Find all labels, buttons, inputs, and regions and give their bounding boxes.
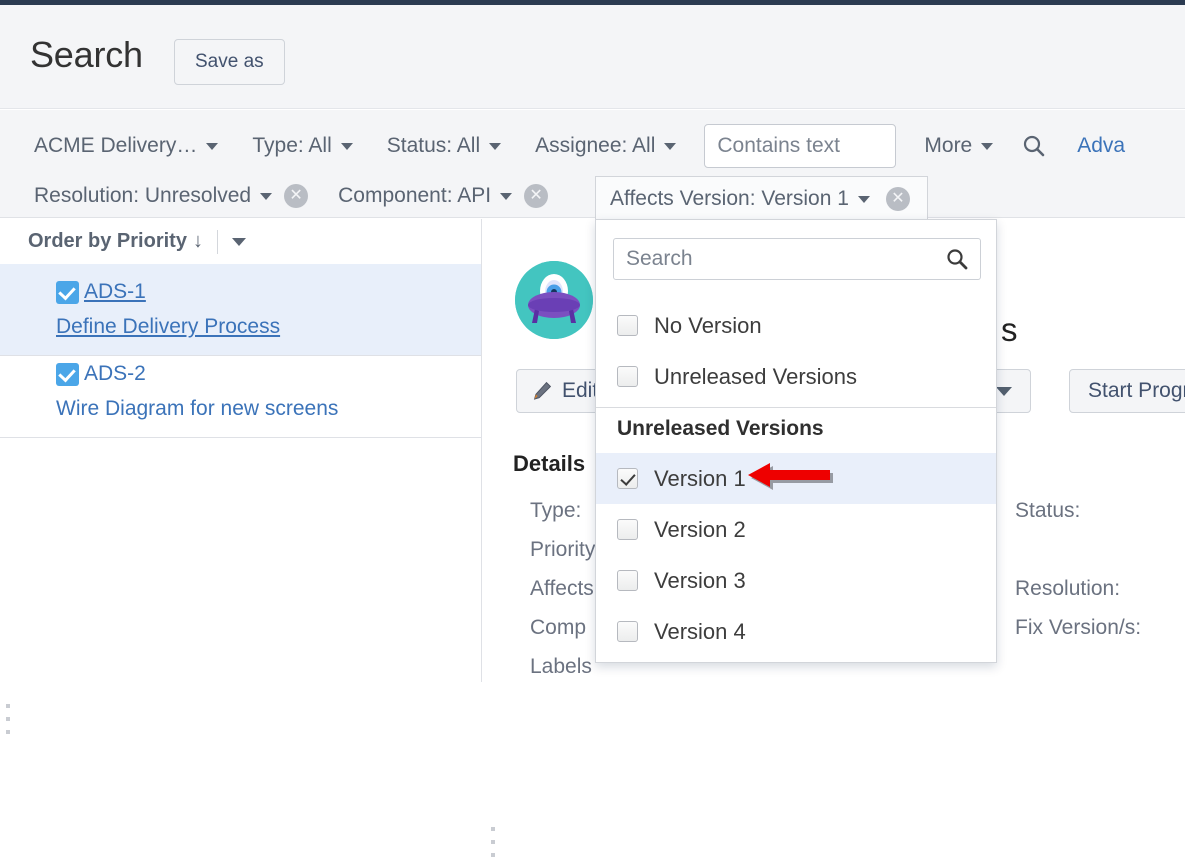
dropdown-option-label: No Version (654, 313, 762, 339)
edit-button-label: Edit (562, 379, 598, 403)
dropdown-option-label: Unreleased Versions (654, 364, 857, 390)
save-as-button[interactable]: Save as (174, 39, 285, 85)
chevron-down-icon (981, 143, 993, 150)
issue-key-row: ADS-1 (56, 277, 481, 307)
start-progress-button[interactable]: Start Progress (1069, 369, 1185, 413)
filter-affects-version[interactable]: Affects Version: Version 1 ✕ (595, 176, 928, 221)
issue-list-sidebar: Order by Priority ↓ ADS-1 Define Deliver… (0, 219, 482, 682)
chevron-down-icon (341, 143, 353, 150)
issue-list-item[interactable]: ADS-2 Wire Diagram for new screens (0, 346, 481, 438)
chevron-down-icon (206, 143, 218, 150)
clear-affects-version-filter-icon[interactable]: ✕ (886, 187, 910, 211)
details-fields-right: Status: Resolution: Fix Version/s: (1015, 491, 1185, 647)
chevron-down-icon (996, 387, 1012, 396)
filter-assignee[interactable]: Assignee: All (529, 126, 682, 166)
checkbox[interactable] (617, 621, 638, 642)
filter-row-primary: ACME Delivery… Type: All Status: All Ass… (28, 125, 1125, 167)
issue-list-item[interactable]: ADS-1 Define Delivery Process (0, 264, 481, 356)
filter-status-label: Status: All (387, 134, 480, 158)
order-by-label[interactable]: Order by Priority (28, 230, 187, 253)
filter-component[interactable]: Component: API (332, 176, 518, 216)
order-by-bar: Order by Priority ↓ (0, 219, 481, 264)
affects-version-dropdown: No Version Unreleased Versions Unrelease… (595, 219, 997, 663)
checkbox[interactable] (617, 315, 638, 336)
chevron-down-icon (858, 196, 870, 203)
clear-resolution-filter-icon[interactable]: ✕ (284, 184, 308, 208)
dropdown-option-label: Version 2 (654, 517, 746, 543)
checkbox[interactable] (617, 570, 638, 591)
page-title: Search (30, 33, 143, 77)
checkbox[interactable] (617, 519, 638, 540)
details-section-heading: Details (513, 451, 585, 477)
chevron-down-icon[interactable] (232, 238, 246, 246)
issue-checkbox[interactable] (56, 281, 79, 304)
issue-summary-link[interactable]: Define Delivery Process (56, 314, 481, 340)
issue-summary-link[interactable]: Wire Diagram for new screens (56, 396, 481, 422)
issue-key-link[interactable]: ADS-2 (84, 362, 146, 386)
pencil-icon (531, 380, 553, 402)
dropdown-option-unreleased-versions[interactable]: Unreleased Versions (596, 351, 996, 402)
dropdown-option-no-version[interactable]: No Version (596, 300, 996, 351)
dropdown-search-input[interactable] (613, 238, 981, 280)
issue-key-row: ADS-2 (56, 359, 481, 389)
ufo-avatar (515, 261, 593, 339)
dropdown-option-version-3[interactable]: Version 3 (596, 555, 996, 606)
clear-component-filter-icon[interactable]: ✕ (524, 184, 548, 208)
detail-resize-grip[interactable] (491, 827, 495, 857)
dropdown-option-label: Version 4 (654, 619, 746, 645)
filter-row-secondary: Resolution: Unresolved ✕ Component: API … (28, 175, 572, 217)
chevron-down-icon (489, 143, 501, 150)
chevron-down-icon (664, 143, 676, 150)
dropdown-group-header: Unreleased Versions (617, 417, 824, 441)
order-by-divider (217, 230, 218, 254)
sort-direction-icon[interactable]: ↓ (193, 230, 203, 253)
issue-key-link[interactable]: ADS-1 (84, 280, 146, 304)
field-label-status: Status: (1015, 491, 1185, 530)
dropdown-option-label: Version 1 (654, 466, 746, 492)
dropdown-search-wrap (613, 238, 981, 280)
filter-type-label: Type: All (252, 134, 331, 158)
field-label-resolution: Resolution: (1015, 569, 1185, 608)
page-header: Search Save as (0, 5, 1185, 109)
filter-component-label: Component: API (338, 184, 491, 208)
checkbox[interactable] (617, 468, 638, 489)
issue-title-tail: s (1001, 311, 1018, 349)
checkbox[interactable] (617, 366, 638, 387)
filter-status[interactable]: Status: All (381, 126, 507, 166)
chevron-down-icon (500, 193, 512, 200)
filter-resolution-label: Resolution: Unresolved (34, 184, 251, 208)
filter-project-label: ACME Delivery… (34, 134, 197, 158)
filter-more[interactable]: More (918, 126, 999, 166)
sidebar-resize-grip[interactable] (6, 704, 10, 734)
filter-project[interactable]: ACME Delivery… (28, 126, 224, 166)
advanced-search-link[interactable]: Adva (1077, 134, 1125, 158)
dropdown-option-version-1[interactable]: Version 1 (596, 453, 996, 504)
dropdown-option-version-4[interactable]: Version 4 (596, 606, 996, 657)
contains-text-input[interactable] (704, 124, 896, 168)
filter-type[interactable]: Type: All (246, 126, 358, 166)
filter-assignee-label: Assignee: All (535, 134, 655, 158)
filter-more-label: More (924, 134, 972, 158)
filter-bar: ACME Delivery… Type: All Status: All Ass… (0, 110, 1185, 218)
issue-checkbox[interactable] (56, 363, 79, 386)
dropdown-option-version-2[interactable]: Version 2 (596, 504, 996, 555)
filter-affects-version-label: Affects Version: Version 1 (610, 187, 849, 211)
filter-resolution[interactable]: Resolution: Unresolved (28, 176, 278, 216)
field-label-fix-versions: Fix Version/s: (1015, 608, 1185, 647)
search-icon[interactable] (1021, 133, 1047, 159)
dropdown-option-label: Version 3 (654, 568, 746, 594)
dropdown-divider (596, 407, 996, 408)
chevron-down-icon (260, 193, 272, 200)
